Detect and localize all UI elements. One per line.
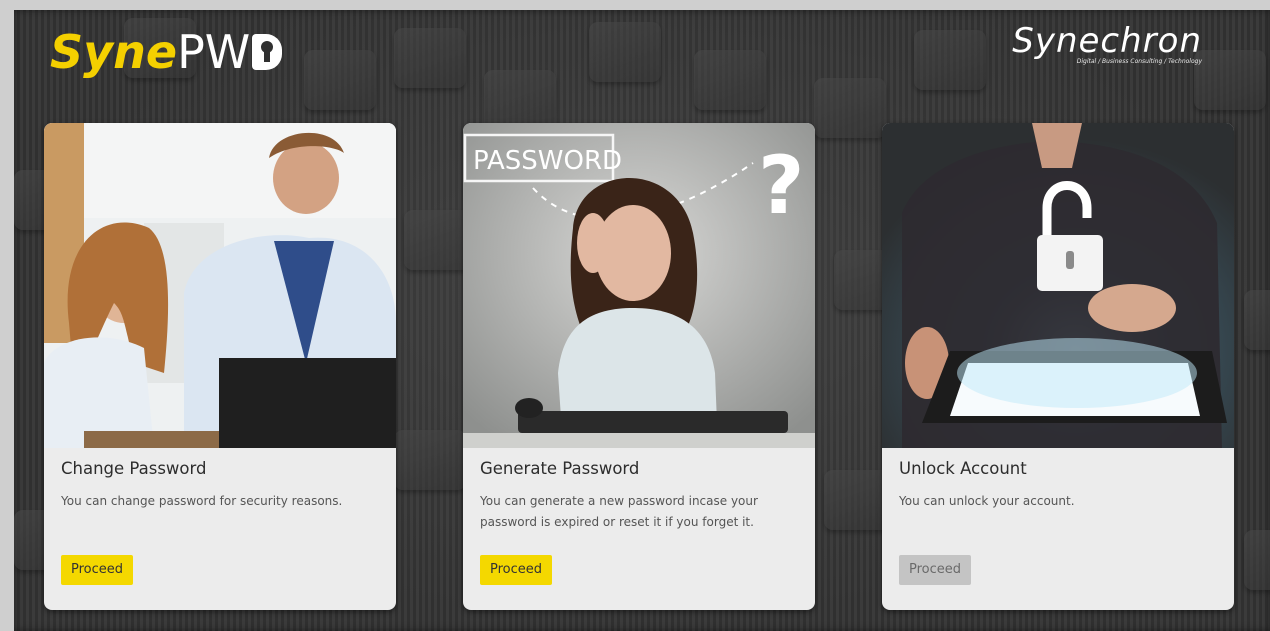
change-password-proceed-button[interactable]: Proceed <box>61 555 134 585</box>
generate-password-proceed-button[interactable]: Proceed <box>480 555 553 585</box>
background-keyboard: Syne PW Synechron Digital / Business Con… <box>14 10 1270 631</box>
confused-woman-password-photo: PASSWORD ? <box>463 123 815 448</box>
unlock-account-card: Unlock Account You can unlock your accou… <box>882 123 1234 610</box>
change-password-card: Change Password You can change password … <box>44 123 396 610</box>
logo-syne-text: Syne <box>50 25 178 79</box>
password-chalk-text: PASSWORD <box>473 146 622 176</box>
keyhole-icon <box>252 34 283 70</box>
card-title: Unlock Account <box>899 459 1027 478</box>
couple-at-laptop-photo <box>44 123 396 448</box>
synechron-logo-name: Synechron <box>1012 21 1202 61</box>
card-title: Generate Password <box>480 459 640 478</box>
svg-text:?: ? <box>758 139 804 232</box>
card-description: You can generate a new password incase y… <box>480 494 758 529</box>
synepwd-logo: Syne PW <box>50 22 283 82</box>
logo-pwd-text: PW <box>177 25 251 79</box>
generate-password-card: PASSWORD ? Generate Password You can gen… <box>463 123 815 610</box>
card-description: You can change password for security rea… <box>61 494 343 508</box>
synechron-logo: Synechron Digital / Business Consulting … <box>1012 22 1202 65</box>
card-title: Change Password <box>61 459 207 478</box>
padlock-tablet-photo <box>882 123 1234 448</box>
card-description: You can unlock your account. <box>899 494 1075 508</box>
unlock-account-proceed-button[interactable]: Proceed <box>899 555 972 585</box>
